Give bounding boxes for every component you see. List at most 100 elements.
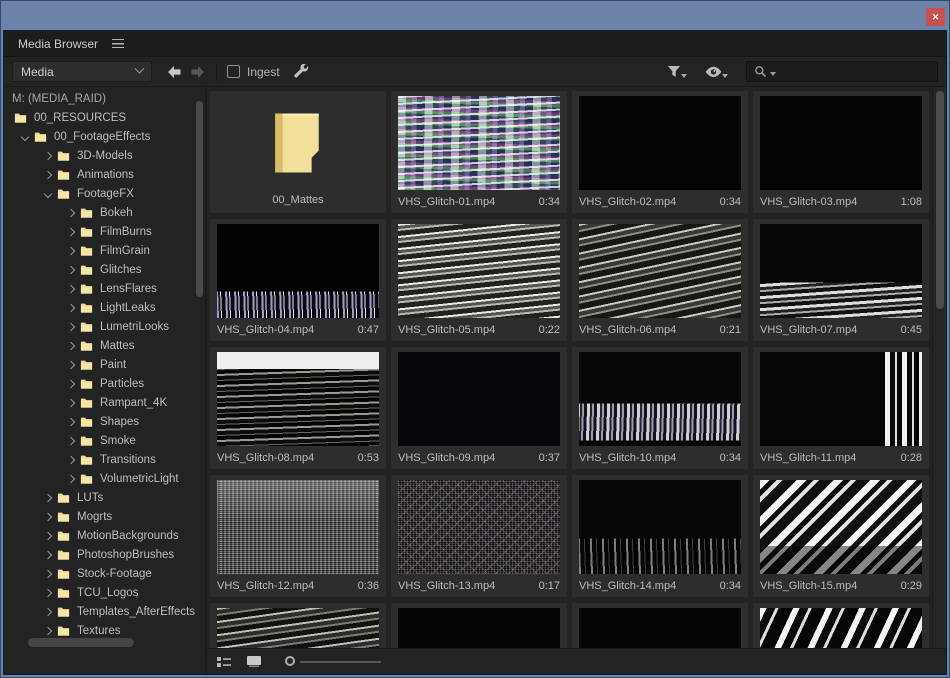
clip-thumbnail[interactable] (760, 608, 922, 648)
sidebar-vscrollbar-thumb[interactable] (196, 101, 203, 297)
clip-thumbnail[interactable] (760, 96, 922, 190)
tree-expander[interactable] (62, 476, 80, 482)
tree-expander[interactable] (39, 571, 57, 577)
clip-thumbnail[interactable] (398, 352, 560, 446)
tree-item-smoke[interactable]: Smoke (4, 431, 205, 450)
media-grid-clip[interactable] (572, 603, 748, 648)
tree-item-volumetriclight[interactable]: VolumetricLight (4, 469, 205, 488)
tree-item-photoshopbrushes[interactable]: PhotoshopBrushes (4, 545, 205, 564)
tree-item-transitions[interactable]: Transitions (4, 450, 205, 469)
tree-expander[interactable] (39, 609, 57, 615)
tree-item-luts[interactable]: LUTs (4, 488, 205, 507)
media-grid-clip[interactable]: VHS_Glitch-15.mp4 0:29 (753, 475, 929, 597)
tree-item-paint[interactable]: Paint (4, 355, 205, 374)
media-grid-folder[interactable]: 00_Mattes (210, 91, 386, 213)
media-grid-clip[interactable] (391, 603, 567, 648)
media-grid-clip[interactable]: VHS_Glitch-01.mp4 0:34 (391, 91, 567, 213)
forward-button[interactable] (190, 65, 206, 79)
tree-item-mattes[interactable]: Mattes (4, 336, 205, 355)
clip-thumbnail[interactable] (760, 352, 922, 446)
clip-thumbnail[interactable] (579, 608, 741, 648)
tree-expander[interactable] (62, 248, 80, 254)
tree-expander[interactable] (39, 533, 57, 539)
media-grid-clip[interactable]: VHS_Glitch-05.mp4 0:22 (391, 219, 567, 341)
sidebar-hscrollbar-thumb[interactable] (28, 638, 134, 647)
back-button[interactable] (166, 65, 182, 79)
clip-thumbnail[interactable] (217, 224, 379, 318)
tree-item-footagefx[interactable]: FootageFX (4, 184, 205, 203)
tree-expander[interactable] (62, 267, 80, 273)
grid-vscrollbar[interactable] (932, 87, 946, 648)
clip-thumbnail[interactable] (579, 224, 741, 318)
media-grid-clip[interactable]: VHS_Glitch-11.mp4 0:28 (753, 347, 929, 469)
media-grid-clip[interactable] (753, 603, 929, 648)
grid-vscrollbar-thumb[interactable] (936, 91, 944, 309)
clip-thumbnail[interactable] (217, 352, 379, 446)
clip-thumbnail[interactable] (579, 96, 741, 190)
source-dropdown[interactable]: Media (12, 61, 152, 82)
list-view-button[interactable] (217, 656, 231, 668)
tree-item-rampant_4k[interactable]: Rampant_4K (4, 393, 205, 412)
tree-item-lightleaks[interactable]: LightLeaks (4, 298, 205, 317)
tree-expander[interactable] (62, 229, 80, 235)
tree-expander[interactable] (39, 153, 57, 159)
tree-expander[interactable] (39, 590, 57, 596)
tree-expander[interactable] (62, 343, 80, 349)
clip-thumbnail[interactable] (760, 480, 922, 574)
filter-button[interactable] (667, 65, 681, 78)
clip-thumbnail[interactable] (579, 352, 741, 446)
tree-item-lensflares[interactable]: LensFlares (4, 279, 205, 298)
window-close-button[interactable]: ✕ (926, 8, 945, 26)
media-grid-clip[interactable]: VHS_Glitch-02.mp4 0:34 (572, 91, 748, 213)
tree-item-filmburns[interactable]: FilmBurns (4, 222, 205, 241)
search-input[interactable] (778, 65, 930, 79)
tree-item-tcu_logos[interactable]: TCU_Logos (4, 583, 205, 602)
preview-toggle-button[interactable] (705, 66, 722, 78)
media-grid-clip[interactable]: VHS_Glitch-03.mp4 1:08 (753, 91, 929, 213)
media-grid-clip[interactable]: VHS_Glitch-07.mp4 0:45 (753, 219, 929, 341)
tree-item-drive[interactable]: M: (MEDIA_RAID) (4, 89, 205, 108)
tree-expander[interactable] (39, 172, 57, 178)
clip-thumbnail[interactable] (217, 608, 379, 648)
tree-item-3d-models[interactable]: 3D-Models (4, 146, 205, 165)
tree-item-filmgrain[interactable]: FilmGrain (4, 241, 205, 260)
search-box[interactable] (746, 61, 938, 82)
tree-expander[interactable] (62, 400, 80, 406)
tree-expander[interactable] (39, 514, 57, 520)
media-grid-clip[interactable]: VHS_Glitch-13.mp4 0:17 (391, 475, 567, 597)
clip-thumbnail[interactable] (398, 224, 560, 318)
tree-item-glitches[interactable]: Glitches (4, 260, 205, 279)
tree-item-lumetrilooks[interactable]: LumetriLooks (4, 317, 205, 336)
media-grid-clip[interactable]: VHS_Glitch-12.mp4 0:36 (210, 475, 386, 597)
tree-item-shapes[interactable]: Shapes (4, 412, 205, 431)
clip-thumbnail[interactable] (398, 608, 560, 648)
panel-menu-icon[interactable] (112, 39, 124, 48)
tree-expander[interactable] (62, 305, 80, 311)
slider-track[interactable] (300, 661, 381, 663)
tree-item-bokeh[interactable]: Bokeh (4, 203, 205, 222)
tree-expander[interactable] (62, 438, 80, 444)
tree-expander[interactable] (62, 457, 80, 463)
window-titlebar[interactable]: ✕ (0, 0, 950, 30)
tree-item-00_resources[interactable]: 00_RESOURCES (4, 108, 205, 127)
media-grid-clip[interactable]: VHS_Glitch-10.mp4 0:34 (572, 347, 748, 469)
sidebar-hscrollbar[interactable] (4, 636, 205, 650)
tree-expander[interactable] (39, 552, 57, 558)
tree-expander[interactable] (39, 191, 57, 197)
tree-expander[interactable] (62, 210, 80, 216)
tree-expander[interactable] (62, 286, 80, 292)
slider-knob[interactable] (285, 656, 295, 666)
media-grid-clip[interactable] (210, 603, 386, 648)
tab-media-browser[interactable]: Media Browser (18, 37, 98, 51)
thumbnail-zoom-slider[interactable] (285, 656, 381, 668)
ingest-checkbox[interactable] (227, 65, 240, 78)
clip-thumbnail[interactable] (760, 224, 922, 318)
tree-expander[interactable] (39, 628, 57, 634)
media-grid-clip[interactable]: VHS_Glitch-14.mp4 0:34 (572, 475, 748, 597)
tree-item-mogrts[interactable]: Mogrts (4, 507, 205, 526)
tree-item-motionbackgrounds[interactable]: MotionBackgrounds (4, 526, 205, 545)
thumbnail-view-button[interactable] (247, 656, 261, 667)
tree-expander[interactable] (62, 362, 80, 368)
clip-thumbnail[interactable] (398, 480, 560, 574)
media-grid-clip[interactable]: VHS_Glitch-04.mp4 0:47 (210, 219, 386, 341)
